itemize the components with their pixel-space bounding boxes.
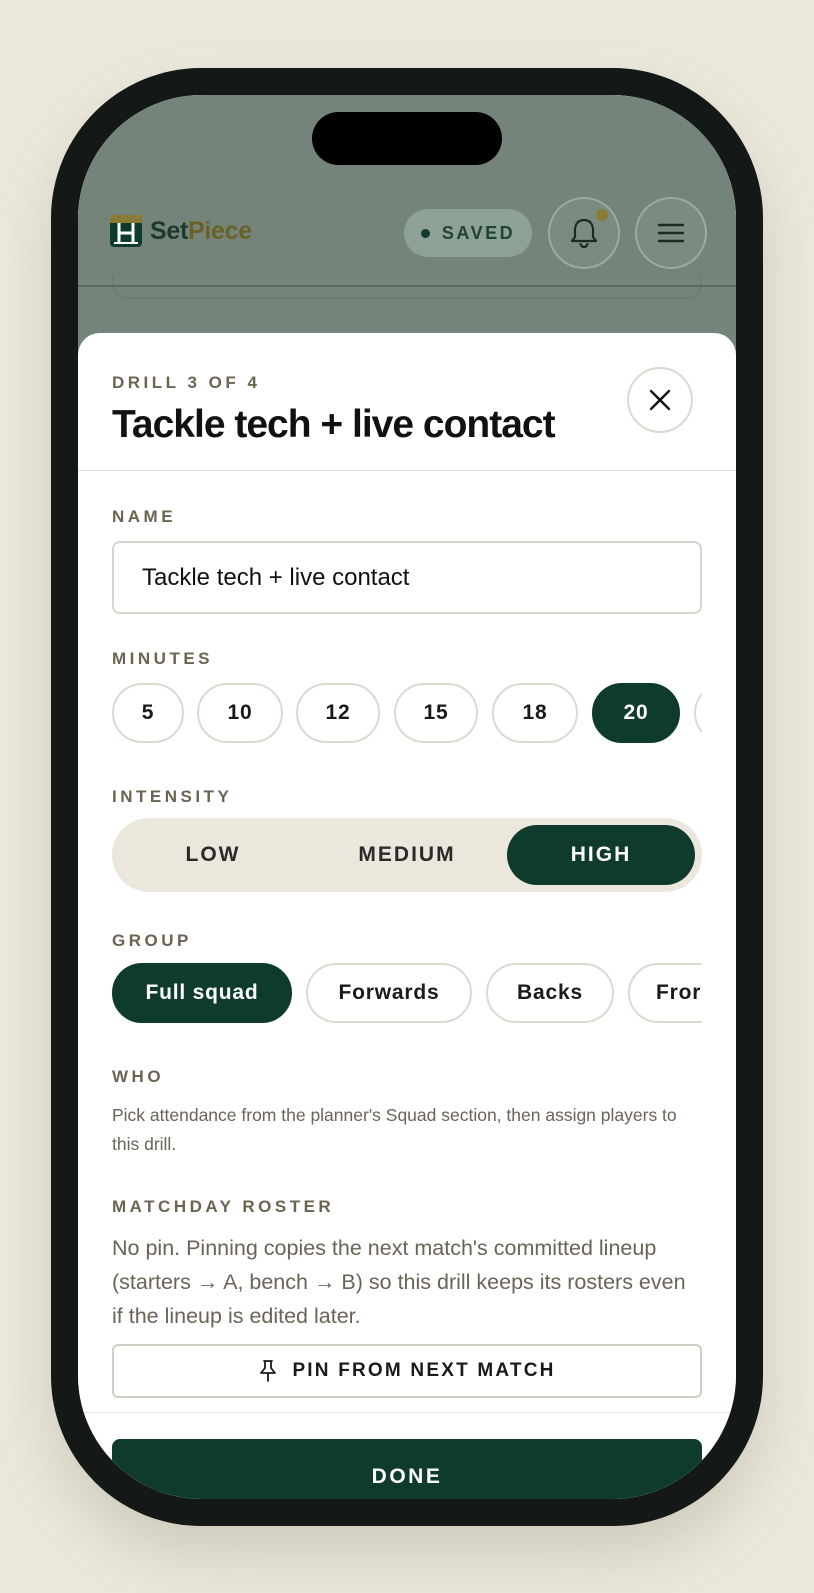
- matchday-roster-label: MATCHDAY ROSTER: [112, 1197, 335, 1216]
- minutes-chip-5[interactable]: 5: [112, 683, 184, 743]
- group-chip-backs[interactable]: Backs: [486, 963, 614, 1023]
- drill-counter: DRILL 3 OF 4: [112, 373, 261, 392]
- who-label: WHO: [112, 1067, 165, 1086]
- name-label: NAME: [112, 507, 177, 526]
- close-icon: [649, 389, 671, 411]
- minutes-chip-15[interactable]: 15: [394, 683, 478, 743]
- footer-divider: [78, 1412, 736, 1413]
- close-button[interactable]: [627, 367, 693, 433]
- group-chip-forwards[interactable]: Forwards: [306, 963, 472, 1023]
- drill-editor-sheet: DRILL 3 OF 4 Tackle tech + live contact …: [78, 333, 736, 1499]
- group-label: GROUP: [112, 931, 192, 950]
- brand-name: SetPiece: [150, 217, 252, 246]
- dynamic-island: [312, 112, 502, 165]
- intensity-label: INTENSITY: [112, 787, 233, 806]
- saved-status-dot: [420, 228, 430, 238]
- header-divider: [78, 285, 736, 287]
- hamburger-menu-icon: [657, 223, 685, 243]
- done-button[interactable]: DONE: [112, 1439, 702, 1499]
- minutes-chip-20[interactable]: 20: [592, 683, 680, 743]
- drill-name-input[interactable]: [112, 541, 702, 614]
- matchday-roster-description: No pin. Pinning copies the next match's …: [112, 1236, 686, 1328]
- intensity-option-medium[interactable]: MEDIUM: [313, 825, 501, 885]
- saved-status-label: SAVED: [441, 222, 516, 243]
- intensity-segmented-control: LOW MEDIUM HIGH: [112, 818, 702, 892]
- pin-button-label: PIN FROM NEXT MATCH: [292, 1360, 556, 1381]
- pin-from-next-match-button[interactable]: PIN FROM NEXT MATCH: [112, 1344, 702, 1398]
- minutes-label: MINUTES: [112, 649, 213, 668]
- brand-name-part2: Piece: [188, 216, 252, 245]
- sheet-header: DRILL 3 OF 4 Tackle tech + live contact: [78, 333, 736, 471]
- sheet-title: Tackle tech + live contact: [112, 403, 556, 446]
- app-header: SetPiece SAVED: [78, 185, 736, 287]
- brand-logo[interactable]: SetPiece: [110, 215, 252, 247]
- minutes-chip-18[interactable]: 18: [492, 683, 578, 743]
- phone-frame: SetPiece SAVED DRILL 3 OF 4 Tackle tech …: [51, 68, 763, 1526]
- group-chip-full-squad[interactable]: Full squad: [112, 963, 292, 1023]
- group-chip-front-row[interactable]: Fror: [628, 963, 702, 1023]
- notification-dot: [596, 209, 608, 221]
- minutes-chip-12[interactable]: 12: [296, 683, 380, 743]
- done-button-label: DONE: [371, 1465, 443, 1488]
- intensity-option-low[interactable]: LOW: [119, 825, 307, 885]
- intensity-option-high[interactable]: HIGH: [507, 825, 695, 885]
- minutes-chip-more[interactable]: [694, 683, 702, 743]
- saved-status-badge: SAVED: [404, 209, 532, 257]
- brand-name-part1: Set: [150, 216, 189, 245]
- phone-screen: SetPiece SAVED DRILL 3 OF 4 Tackle tech …: [78, 95, 736, 1499]
- minutes-chip-10[interactable]: 10: [197, 683, 283, 743]
- pin-icon: [260, 1360, 277, 1382]
- bell-icon: [570, 218, 598, 249]
- menu-button[interactable]: [635, 197, 707, 269]
- minutes-chips: 5 10 12 15 18 20: [112, 683, 702, 743]
- notifications-button[interactable]: [548, 197, 620, 269]
- goalpost-logo-icon: [110, 215, 142, 247]
- group-chips: Full squad Forwards Backs Fror: [112, 963, 702, 1023]
- who-help-text: Pick attendance from the planner's Squad…: [112, 1105, 677, 1154]
